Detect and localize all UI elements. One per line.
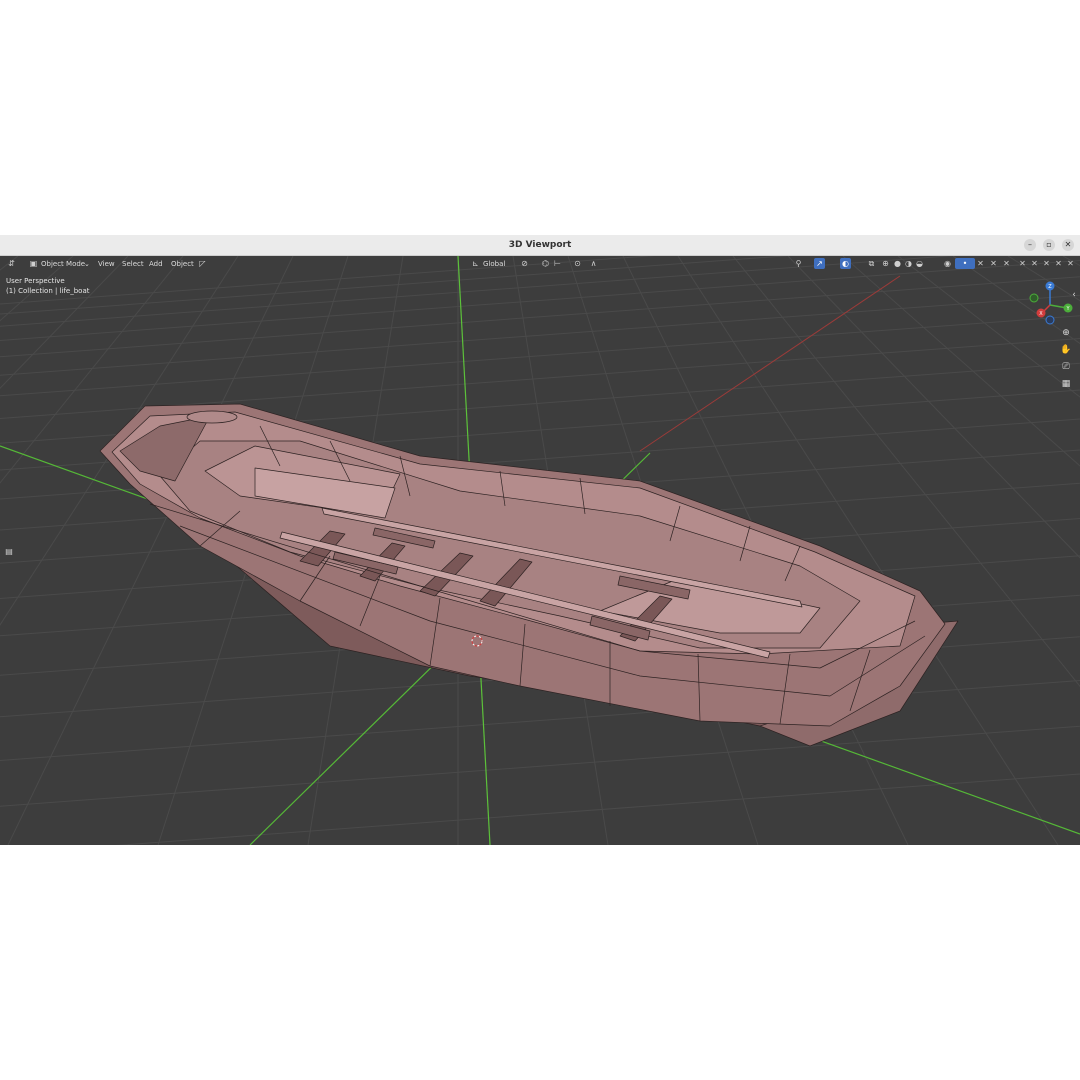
pan-hand-icon[interactable]: ✋ bbox=[1059, 343, 1073, 357]
close-x-icon[interactable]: ✕ bbox=[1054, 258, 1063, 269]
mode-dropdown[interactable]: Object Mode bbox=[41, 258, 85, 270]
proportional-editing-icon[interactable]: ⊙ bbox=[572, 258, 583, 269]
object-mode-icon: ▣ bbox=[29, 259, 38, 268]
minimize-button[interactable]: – bbox=[1024, 239, 1036, 251]
close-x-icon[interactable]: ✕ bbox=[1018, 258, 1027, 269]
visibility-selectability-icon[interactable]: ⚲ bbox=[793, 258, 804, 269]
toolbar-toggle-icon[interactable]: ▤ bbox=[4, 546, 14, 558]
close-x-icon[interactable]: ✕ bbox=[989, 258, 998, 269]
gizmo-neg-y-icon[interactable] bbox=[1029, 293, 1039, 303]
camera-view-icon[interactable]: ⎚ bbox=[1059, 360, 1073, 374]
filter-toggle-icon[interactable]: • bbox=[955, 258, 975, 269]
maximize-button[interactable]: ▫ bbox=[1043, 239, 1055, 251]
close-x-icon[interactable]: ✕ bbox=[1042, 258, 1051, 269]
close-x-icon[interactable]: ✕ bbox=[976, 258, 985, 269]
menu-select[interactable]: Select bbox=[122, 258, 144, 270]
zoom-icon[interactable]: ⊕ bbox=[1059, 326, 1073, 340]
material-preview-icon[interactable]: ◑ bbox=[903, 258, 914, 269]
3d-viewport[interactable]: ⇵ ▣ Object Mode ⌄ View Select Add Object… bbox=[0, 256, 1080, 845]
snap-icon[interactable]: ⌬ bbox=[540, 258, 551, 269]
window-title: 3D Viewport bbox=[508, 240, 572, 250]
navigation-gizmo[interactable]: Z Y X bbox=[1025, 280, 1075, 330]
viewport-header: ⇵ ▣ Object Mode ⌄ View Select Add Object… bbox=[0, 256, 1080, 272]
viewport-info-overlay: User Perspective (1) Collection | life_b… bbox=[6, 276, 90, 296]
falloff-icon[interactable]: ∧ bbox=[588, 258, 599, 269]
sidebar-toggle-icon[interactable]: ‹ bbox=[1070, 288, 1078, 302]
life-boat-mesh[interactable] bbox=[99, 403, 959, 747]
close-x-icon[interactable]: ✕ bbox=[1002, 258, 1011, 269]
solid-shading-icon[interactable]: ● bbox=[892, 258, 903, 269]
eye-icon[interactable]: ◉ bbox=[942, 258, 953, 269]
rendered-shading-icon[interactable]: ◒ bbox=[914, 258, 925, 269]
grid-ortho-icon[interactable]: ▦ bbox=[1059, 377, 1073, 391]
gizmo-z-label: Z bbox=[1048, 284, 1052, 290]
collection-label: (1) Collection | life_boat bbox=[6, 287, 90, 295]
application-window: 3D Viewport – ▫ ✕ ⇵ ▣ Object Mode ⌄ View… bbox=[0, 235, 1080, 845]
wireframe-shading-icon[interactable]: ⊕ bbox=[880, 258, 891, 269]
close-button[interactable]: ✕ bbox=[1062, 239, 1074, 251]
title-bar: 3D Viewport – ▫ ✕ bbox=[0, 235, 1080, 256]
view-name-label: User Perspective bbox=[6, 277, 65, 285]
snap-target-icon[interactable]: ⊢ bbox=[552, 258, 563, 269]
menu-view[interactable]: View bbox=[98, 258, 115, 270]
gizmo-toggle-icon[interactable]: ◸ bbox=[197, 258, 208, 269]
mode-dropdown-arrow: ⌄ bbox=[84, 260, 90, 268]
transform-orientation-dropdown[interactable]: Global bbox=[483, 258, 505, 270]
transform-orientation-icon[interactable]: ⊾ bbox=[470, 258, 481, 269]
editor-type-icon[interactable]: ⇵ bbox=[6, 258, 17, 269]
pivot-point-icon[interactable]: ⊘ bbox=[519, 258, 530, 269]
gizmo-x-label: X bbox=[1039, 311, 1043, 317]
close-x-icon[interactable]: ✕ bbox=[1030, 258, 1039, 269]
viewport-scene[interactable] bbox=[0, 256, 1080, 845]
show-overlays-icon[interactable]: ◐ bbox=[840, 258, 851, 269]
xray-icon[interactable]: ⧉ bbox=[866, 258, 877, 269]
menu-object[interactable]: Object bbox=[171, 258, 194, 270]
show-gizmo-icon[interactable]: ↗ bbox=[814, 258, 825, 269]
menu-add[interactable]: Add bbox=[149, 258, 163, 270]
close-x-icon[interactable]: ✕ bbox=[1066, 258, 1075, 269]
gizmo-neg-z-icon[interactable] bbox=[1045, 315, 1055, 325]
